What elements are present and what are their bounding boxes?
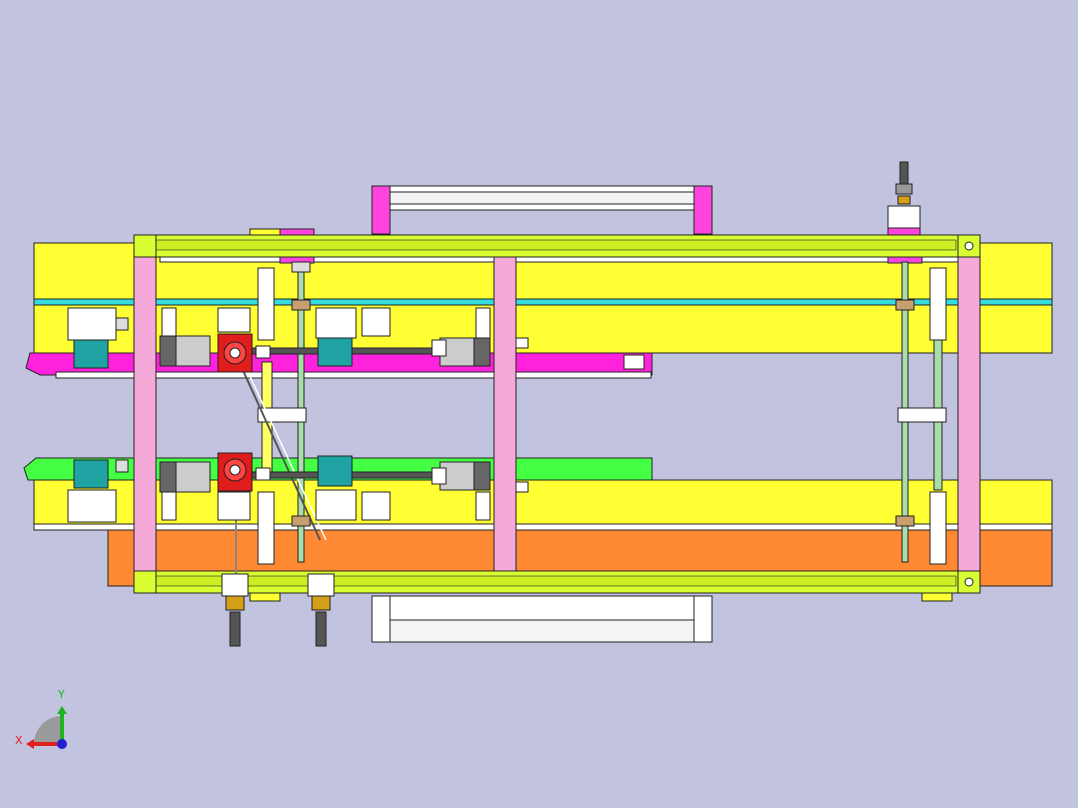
cad-viewport[interactable]: X Y (0, 0, 1078, 808)
frame-center-post (493, 256, 517, 572)
bottom-bracket (371, 595, 713, 643)
lower-gearbox (217, 452, 253, 521)
viewport-background (0, 0, 1078, 808)
frame-right-post (957, 234, 981, 594)
frame-left-post (133, 234, 157, 594)
upper-gearbox (217, 307, 253, 373)
triad-z-axis (57, 739, 67, 749)
triad-x-label: X (15, 734, 23, 747)
triad-y-label: Y (57, 688, 65, 701)
